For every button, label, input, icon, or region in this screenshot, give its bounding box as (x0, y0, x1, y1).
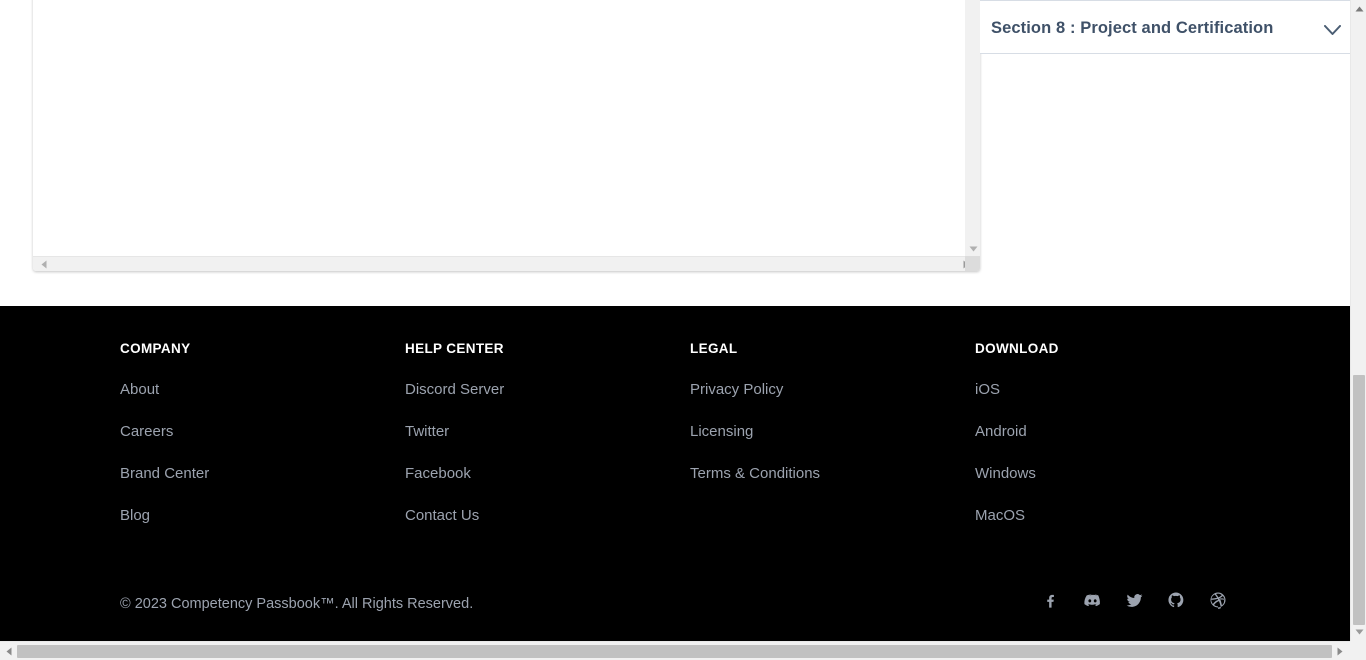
footer-column-legal: LEGAL Privacy Policy Licensing Terms & Cond… (690, 341, 820, 482)
footer-column-heading: DOWNLOAD (975, 341, 1059, 356)
footer-link[interactable]: iOS (975, 381, 1059, 398)
footer-bottom-bar: © 2023 Competency Passbook™. All Rights … (0, 594, 1350, 634)
table-hscroll-track[interactable] (51, 259, 959, 269)
footer-link[interactable]: Facebook (405, 465, 504, 482)
scroll-left-arrow-icon[interactable] (36, 257, 51, 271)
footer-link[interactable]: About (120, 381, 209, 398)
footer-link[interactable]: Windows (975, 465, 1059, 482)
footer-link[interactable]: Android (975, 423, 1059, 440)
sections-accordion-panel: Section 8 : Project and Certification (980, 0, 1350, 54)
footer-column-heading: HELP CENTER (405, 341, 504, 356)
social-icon-list (1040, 590, 1228, 610)
table-scroll-corner (965, 256, 980, 271)
accordion-list: Section 8 : Project and Certification (980, 0, 1350, 54)
accordion-item-section-8[interactable]: Section 8 : Project and Certification (980, 0, 1350, 54)
page-scroll-left-arrow-icon[interactable] (1, 643, 17, 659)
browser-vertical-scrollbar[interactable] (1350, 0, 1366, 641)
footer-link[interactable]: Twitter (405, 423, 504, 440)
footer-link[interactable]: Discord Server (405, 381, 504, 398)
competency-table-card: Data ManagementPassData collection and a… (33, 0, 980, 271)
table-horizontal-scrollbar[interactable] (33, 256, 980, 271)
footer-link[interactable]: Blog (120, 507, 209, 524)
browser-scroll-corner (1350, 641, 1366, 660)
page-root: Data ManagementPassData collection and a… (0, 0, 1366, 660)
browser-vertical-scrollbar-thumb[interactable] (1353, 375, 1365, 625)
chevron-down-icon[interactable] (1322, 20, 1342, 40)
footer-link[interactable]: Privacy Policy (690, 381, 820, 398)
browser-horizontal-scrollbar[interactable] (0, 641, 1366, 660)
competency-name: Microsoft Excel for Beginners (48, 0, 237, 20)
accordion-item-label: Section 8 : Project and Certification (991, 1, 1273, 55)
footer-column-heading: COMPANY (120, 341, 209, 356)
github-icon[interactable] (1166, 590, 1186, 610)
footer-link[interactable]: Terms & Conditions (690, 465, 820, 482)
table-body: Data ManagementPassData collection and a… (33, 0, 965, 20)
footer-column-heading: LEGAL (690, 341, 820, 356)
competency-status: NIL (746, 0, 769, 20)
scroll-down-arrow-icon[interactable] (966, 241, 980, 256)
twitter-icon[interactable] (1124, 590, 1144, 610)
copyright-text: © 2023 Competency Passbook™. All Rights … (120, 594, 473, 614)
footer-column-help-center: HELP CENTER Discord Server Twitter Facebook… (405, 341, 504, 524)
footer-link[interactable]: MacOS (975, 507, 1059, 524)
page-viewport: Data ManagementPassData collection and a… (0, 0, 1350, 641)
footer-link[interactable]: Brand Center (120, 465, 209, 482)
footer-column-company: COMPANY About Careers Brand Center Blog (120, 341, 209, 524)
discord-icon[interactable] (1082, 590, 1102, 610)
footer-link[interactable]: Licensing (690, 423, 820, 440)
table-row: Microsoft Excel for Beginners NIL (33, 0, 965, 20)
site-footer: COMPANY About Careers Brand Center Blog HELP … (0, 306, 1350, 641)
competency-table: Data ManagementPassData collection and a… (33, 0, 965, 256)
page-scroll-up-arrow-icon[interactable] (1351, 1, 1366, 17)
page-scroll-down-arrow-icon[interactable] (1351, 624, 1366, 640)
footer-link[interactable]: Careers (120, 423, 209, 440)
footer-link[interactable]: Contact Us (405, 507, 504, 524)
table-vertical-scrollbar[interactable] (965, 0, 980, 256)
footer-column-download: DOWNLOAD iOS Android Windows MacOS (975, 341, 1059, 524)
facebook-icon[interactable] (1040, 590, 1060, 610)
page-scroll-right-arrow-icon[interactable] (1332, 643, 1348, 659)
browser-horizontal-scrollbar-thumb[interactable] (17, 645, 1332, 658)
dribbble-icon[interactable] (1208, 590, 1228, 610)
